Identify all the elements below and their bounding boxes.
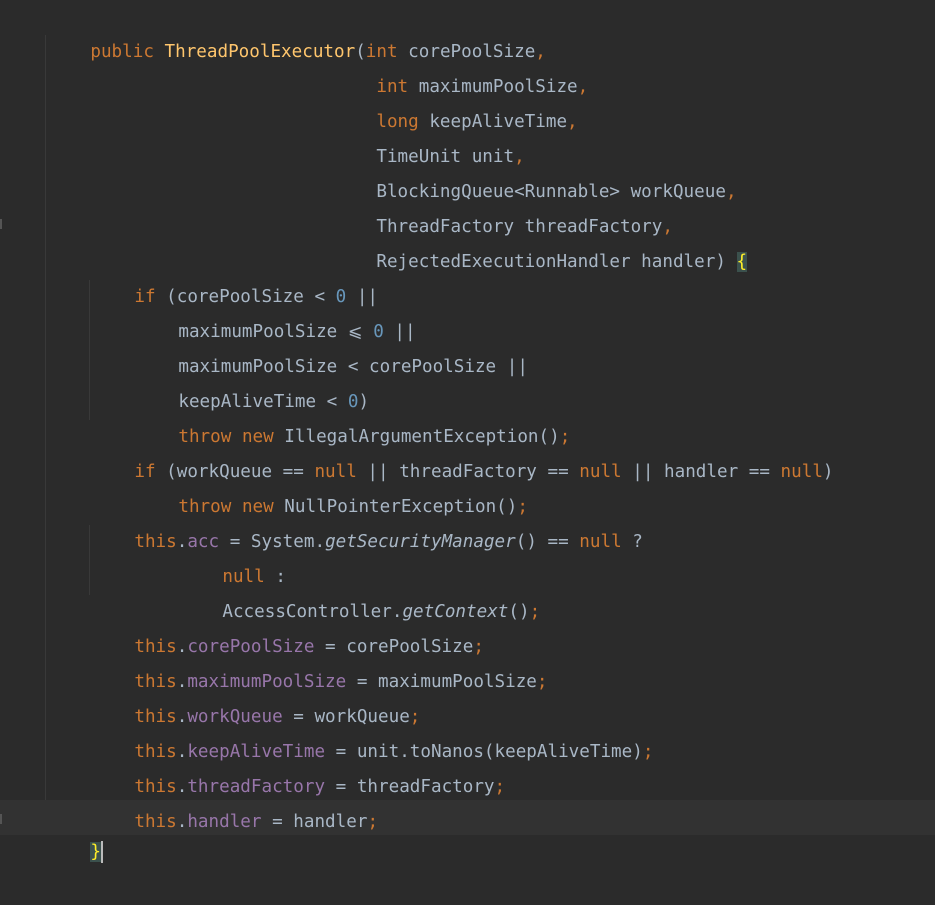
code-line: maximumPoolSize < corePoolSize || [136,315,528,377]
code-line: } [48,800,103,863]
code-line: this.threadFactory = threadFactory; [92,735,505,797]
null-literal: null [579,532,622,552]
code-line: AccessController.getContext(); [180,560,540,622]
code-text: || handler == [621,462,781,482]
code-line: throw new NullPointerException(); [136,455,528,517]
code-line: null : [180,525,286,587]
code-line: this.workQueue = workQueue; [92,665,420,727]
code-text: = handler [261,812,368,832]
code-line: throw new IllegalArgumentException(); [136,385,570,447]
indent-guide [89,280,90,420]
null-literal: null [780,462,823,482]
semicolon: ; [536,672,548,692]
code-line: int maximumPoolSize, [334,35,588,97]
keyword: this [134,812,177,832]
code-line: long keepAliveTime, [334,70,577,132]
fold-marker-icon[interactable] [0,219,2,229]
semicolon: ; [367,812,379,832]
code-line: this.corePoolSize = corePoolSize; [92,595,484,657]
code-text: () == [515,532,580,552]
code-line: keepAliveTime < 0) [136,350,369,412]
comma: , [725,182,737,202]
code-line: this.keepAliveTime = unit.toNanos(keepAl… [92,700,653,762]
code-line: if (workQueue == null || threadFactory =… [92,420,833,482]
code-editor[interactable]: public ThreadPoolExecutor(int corePoolSi… [0,0,935,863]
indent-guide [45,35,46,800]
indent-guide [89,525,90,595]
code-line: public ThreadPoolExecutor(int corePoolSi… [48,0,546,62]
fold-marker-icon[interactable] [0,814,2,824]
code-line: this.maximumPoolSize = maximumPoolSize; [92,630,547,692]
code-line: this.acc = System.getSecurityManager() =… [92,490,642,552]
code-line: BlockingQueue<Runnable> workQueue, [334,140,736,202]
keyword: this [134,532,177,552]
semicolon: ; [494,777,506,797]
code-text: () [508,602,530,622]
code-line: TimeUnit unit, [334,105,524,167]
field-name: handler [187,812,262,832]
comma: , [577,77,589,97]
code-line: maximumPoolSize ⩽ 0 || [136,280,415,342]
dot: . [176,812,188,832]
method-name: ThreadPoolExecutor [164,42,356,62]
code-line: if (corePoolSize < 0 || [92,245,378,307]
keyword: public [90,42,154,62]
code-text: ? [621,532,643,552]
method-call: getSecurityManager [325,532,516,552]
null-literal: null [579,462,622,482]
semicolon: ; [529,602,541,622]
semicolon: ; [642,742,654,762]
parameter: RejectedExecutionHandler handler) [376,252,737,272]
code-line: RejectedExecutionHandler handler) { [334,210,748,272]
text-caret [100,841,103,863]
matched-brace-close: } [90,842,101,862]
code-line: this.handler = handler; [92,770,378,832]
code-line: ThreadFactory threadFactory, [334,175,673,237]
code-text: ) [822,462,834,482]
comma: , [567,112,578,132]
matched-brace-open: { [736,252,748,272]
